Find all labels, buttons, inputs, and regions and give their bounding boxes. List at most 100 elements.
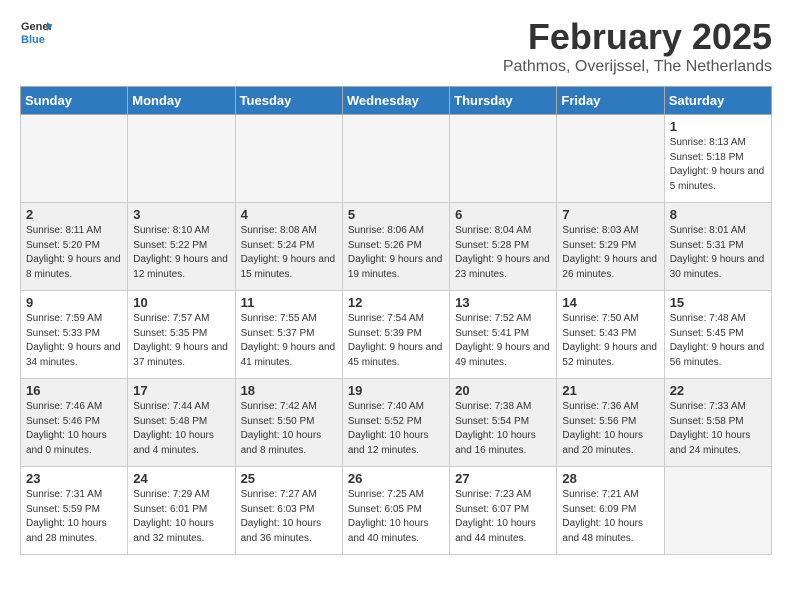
calendar-week-row: 16 Sunrise: 7:46 AM Sunset: 5:46 PM Dayli… [21,379,772,467]
table-row: 28 Sunrise: 7:21 AM Sunset: 6:09 PM Dayli… [557,467,664,555]
calendar-container: General Blue February 2025 Pathmos, Over… [0,0,792,571]
calendar-week-row: 1 Sunrise: 8:13 AM Sunset: 5:18 PM Daylig… [21,115,772,203]
table-row: 6 Sunrise: 8:04 AM Sunset: 5:28 PM Daylig… [450,203,557,291]
table-row [342,115,449,203]
col-thursday: Thursday [450,87,557,115]
table-row [450,115,557,203]
calendar-week-row: 23 Sunrise: 7:31 AM Sunset: 5:59 PM Dayli… [21,467,772,555]
day-number: 14 [562,295,658,310]
day-number: 8 [670,207,766,222]
day-info: Sunrise: 7:25 AM Sunset: 6:05 PM Dayligh… [348,488,444,546]
day-number: 22 [670,383,766,398]
day-info: Sunrise: 7:21 AM Sunset: 6:09 PM Dayligh… [562,488,658,546]
table-row: 5Sunrise: 8:06 AM Sunset: 5:26 PM Daylig… [342,203,449,291]
calendar-table: Sunday Monday Tuesday Wednesday Thursday… [20,86,772,555]
table-row: 7Sunrise: 8:03 AM Sunset: 5:29 PM Daylig… [557,203,664,291]
day-info: Sunrise: 7:44 AM Sunset: 5:48 PM Dayligh… [133,400,229,458]
day-number: 18 [241,383,337,398]
table-row: 27 Sunrise: 7:23 AM Sunset: 6:07 PM Dayli… [450,467,557,555]
col-friday: Friday [557,87,664,115]
table-row [664,467,771,555]
day-number: 15 [670,295,766,310]
header: General Blue February 2025 Pathmos, Over… [20,16,772,76]
day-info: Sunrise: 7:54 AM Sunset: 5:39 PM Dayligh… [348,312,444,370]
day-number: 2 [26,207,122,222]
day-number: 10 [133,295,229,310]
day-info: Sunrise: 7:31 AM Sunset: 5:59 PM Dayligh… [26,488,122,546]
table-row: 16 Sunrise: 7:46 AM Sunset: 5:46 PM Dayli… [21,379,128,467]
day-info: Sunrise: 7:50 AM Sunset: 5:43 PM Dayligh… [562,312,658,370]
table-row: 10 Sunrise: 7:57 AM Sunset: 5:35 PM Dayli… [128,291,235,379]
title-area: February 2025 Pathmos, Overijssel, The N… [503,16,772,76]
day-info: Sunrise: 7:57 AM Sunset: 5:35 PM Dayligh… [133,312,229,370]
col-sunday: Sunday [21,87,128,115]
month-title: February 2025 [503,16,772,58]
day-info: Sunrise: 7:29 AM Sunset: 6:01 PM Dayligh… [133,488,229,546]
day-number: 16 [26,383,122,398]
calendar-week-row: 2 Sunrise: 8:11 AM Sunset: 5:20 PM Daylig… [21,203,772,291]
table-row: 15 Sunrise: 7:48 AM Sunset: 5:45 PM Dayli… [664,291,771,379]
day-number: 28 [562,471,658,486]
table-row: 4 Sunrise: 8:08 AM Sunset: 5:24 PM Daylig… [235,203,342,291]
day-number: 4 [241,207,337,222]
day-info: Sunrise: 7:55 AM Sunset: 5:37 PM Dayligh… [241,312,337,370]
table-row: 11Sunrise: 7:55 AM Sunset: 5:37 PM Dayli… [235,291,342,379]
day-info: Sunrise: 7:46 AM Sunset: 5:46 PM Dayligh… [26,400,122,458]
day-number: 27 [455,471,551,486]
day-info: Sunrise: 8:03 AM Sunset: 5:29 PM Dayligh… [562,224,658,282]
table-row: 20Sunrise: 7:38 AM Sunset: 5:54 PM Dayli… [450,379,557,467]
table-row: 26 Sunrise: 7:25 AM Sunset: 6:05 PM Dayli… [342,467,449,555]
day-info: Sunrise: 8:10 AM Sunset: 5:22 PM Dayligh… [133,224,229,282]
table-row: 1 Sunrise: 8:13 AM Sunset: 5:18 PM Daylig… [664,115,771,203]
day-info: Sunrise: 7:36 AM Sunset: 5:56 PM Dayligh… [562,400,658,458]
day-number: 5 [348,207,444,222]
day-info: Sunrise: 8:08 AM Sunset: 5:24 PM Dayligh… [241,224,337,282]
svg-text:Blue: Blue [21,34,45,46]
day-number: 9 [26,295,122,310]
day-info: Sunrise: 8:04 AM Sunset: 5:28 PM Dayligh… [455,224,551,282]
day-info: Sunrise: 7:23 AM Sunset: 6:07 PM Dayligh… [455,488,551,546]
col-tuesday: Tuesday [235,87,342,115]
logo-graphic: General Blue [20,16,52,48]
table-row: 14 Sunrise: 7:50 AM Sunset: 5:43 PM Dayli… [557,291,664,379]
table-row: 22 Sunrise: 7:33 AM Sunset: 5:58 PM Dayli… [664,379,771,467]
day-number: 23 [26,471,122,486]
day-info: Sunrise: 7:52 AM Sunset: 5:41 PM Dayligh… [455,312,551,370]
table-row: 3Sunrise: 8:10 AM Sunset: 5:22 PM Daylig… [128,203,235,291]
day-info: Sunrise: 8:11 AM Sunset: 5:20 PM Dayligh… [26,224,122,282]
day-number: 26 [348,471,444,486]
table-row: 2 Sunrise: 8:11 AM Sunset: 5:20 PM Daylig… [21,203,128,291]
table-row [128,115,235,203]
day-info: Sunrise: 7:33 AM Sunset: 5:58 PM Dayligh… [670,400,766,458]
table-row: 18Sunrise: 7:42 AM Sunset: 5:50 PM Dayli… [235,379,342,467]
day-number: 6 [455,207,551,222]
table-row [557,115,664,203]
col-wednesday: Wednesday [342,87,449,115]
table-row: 23 Sunrise: 7:31 AM Sunset: 5:59 PM Dayli… [21,467,128,555]
day-info: Sunrise: 7:38 AM Sunset: 5:54 PM Dayligh… [455,400,551,458]
table-row [21,115,128,203]
day-info: Sunrise: 7:48 AM Sunset: 5:45 PM Dayligh… [670,312,766,370]
day-info: Sunrise: 7:27 AM Sunset: 6:03 PM Dayligh… [241,488,337,546]
logo: General Blue [20,16,56,48]
table-row: 25Sunrise: 7:27 AM Sunset: 6:03 PM Dayli… [235,467,342,555]
table-row: 24 Sunrise: 7:29 AM Sunset: 6:01 PM Dayli… [128,467,235,555]
table-row: 21Sunrise: 7:36 AM Sunset: 5:56 PM Dayli… [557,379,664,467]
day-number: 24 [133,471,229,486]
col-saturday: Saturday [664,87,771,115]
day-info: Sunrise: 7:40 AM Sunset: 5:52 PM Dayligh… [348,400,444,458]
table-row [235,115,342,203]
table-row: 13 Sunrise: 7:52 AM Sunset: 5:41 PM Dayli… [450,291,557,379]
day-number: 1 [670,119,766,134]
calendar-week-row: 9 Sunrise: 7:59 AM Sunset: 5:33 PM Daylig… [21,291,772,379]
day-info: Sunrise: 8:13 AM Sunset: 5:18 PM Dayligh… [670,136,766,194]
table-row: 8 Sunrise: 8:01 AM Sunset: 5:31 PM Daylig… [664,203,771,291]
day-number: 12 [348,295,444,310]
day-info: Sunrise: 7:59 AM Sunset: 5:33 PM Dayligh… [26,312,122,370]
col-monday: Monday [128,87,235,115]
table-row: 9 Sunrise: 7:59 AM Sunset: 5:33 PM Daylig… [21,291,128,379]
calendar-header-row: Sunday Monday Tuesday Wednesday Thursday… [21,87,772,115]
day-number: 13 [455,295,551,310]
day-info: Sunrise: 8:01 AM Sunset: 5:31 PM Dayligh… [670,224,766,282]
subtitle: Pathmos, Overijssel, The Netherlands [503,58,772,76]
